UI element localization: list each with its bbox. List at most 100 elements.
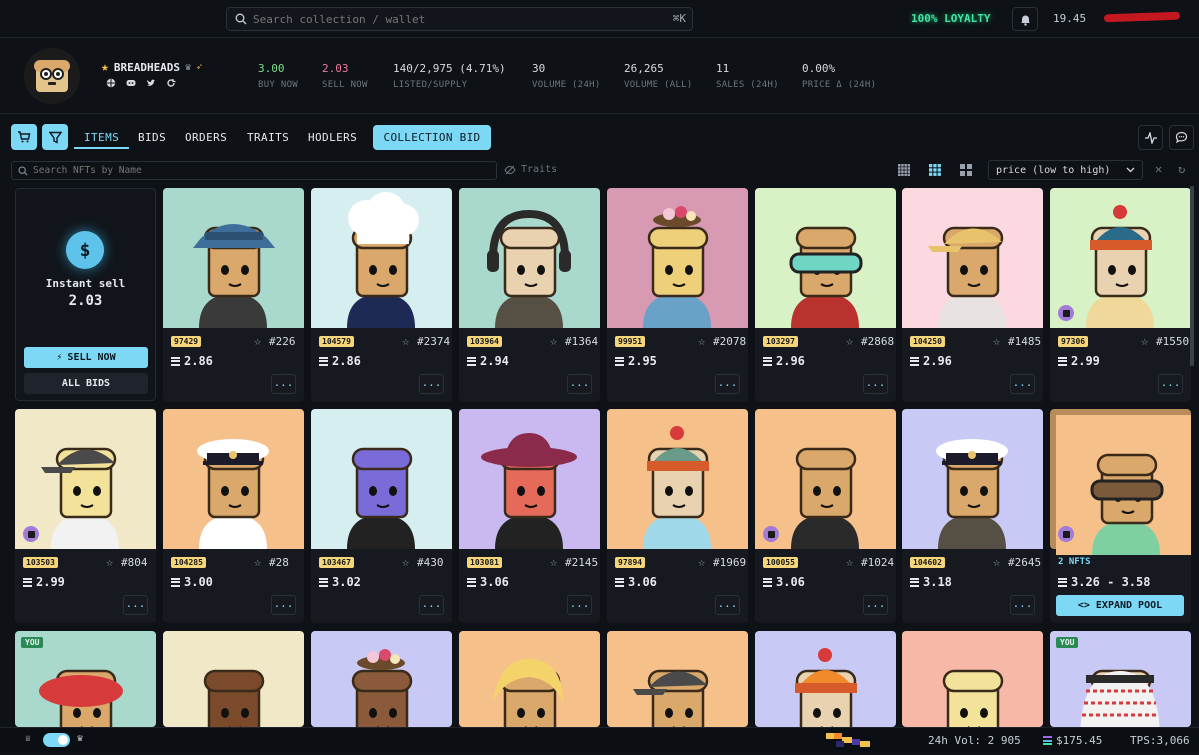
- nft-card[interactable]: [755, 631, 896, 727]
- star-outline-icon[interactable]: ☆: [254, 334, 261, 348]
- pool-card[interactable]: 2 NFTS 3.26 - 3.58 <> EXPAND POOL: [1050, 409, 1191, 623]
- nft-card[interactable]: 103503 ☆ #804 2.99...: [15, 409, 156, 623]
- nft-card[interactable]: YOU: [15, 631, 156, 727]
- more-options-button[interactable]: ...: [863, 374, 888, 394]
- star-outline-icon[interactable]: ☆: [106, 555, 113, 569]
- refresh-icon[interactable]: [166, 78, 176, 88]
- nft-image[interactable]: [607, 631, 748, 727]
- more-options-button[interactable]: ...: [419, 595, 444, 615]
- chat-button[interactable]: [1169, 125, 1194, 150]
- more-options-button[interactable]: ...: [271, 595, 296, 615]
- nft-search[interactable]: [11, 161, 497, 180]
- nft-image[interactable]: [902, 188, 1043, 328]
- nft-card[interactable]: 97894 ☆ #1969 3.06...: [607, 409, 748, 623]
- nft-card[interactable]: 103081 ☆ #2145 3.06...: [459, 409, 600, 623]
- expand-pool-button[interactable]: <> EXPAND POOL: [1056, 595, 1184, 616]
- mode-toggle[interactable]: [43, 733, 70, 747]
- nft-image[interactable]: [755, 188, 896, 328]
- nft-image[interactable]: [163, 409, 304, 549]
- nft-card[interactable]: 103297 ☆ #2868 2.96...: [755, 188, 896, 402]
- star-outline-icon[interactable]: ☆: [698, 555, 705, 569]
- nft-card[interactable]: 100055 ☆ #1024 3.06...: [755, 409, 896, 623]
- nft-image[interactable]: [311, 188, 452, 328]
- grid-medium-view-button[interactable]: [926, 162, 944, 178]
- more-options-button[interactable]: ...: [1158, 374, 1183, 394]
- nft-card[interactable]: 103964 ☆ #1364 2.94...: [459, 188, 600, 402]
- star-icon[interactable]: ★: [101, 60, 109, 75]
- cart-button[interactable]: [11, 124, 37, 150]
- star-outline-icon[interactable]: ☆: [550, 555, 557, 569]
- tab-hodlers[interactable]: HODLERS: [308, 131, 357, 144]
- star-outline-icon[interactable]: ☆: [402, 555, 409, 569]
- star-outline-icon[interactable]: ☆: [550, 334, 557, 348]
- scrollbar[interactable]: [1190, 186, 1194, 366]
- globe-icon[interactable]: [106, 78, 116, 88]
- more-options-button[interactable]: ...: [1010, 595, 1035, 615]
- nft-image[interactable]: [163, 188, 304, 328]
- star-outline-icon[interactable]: ☆: [698, 334, 705, 348]
- more-options-button[interactable]: ...: [271, 374, 296, 394]
- nft-image[interactable]: [459, 188, 600, 328]
- grid-large-view-button[interactable]: [957, 162, 975, 178]
- star-outline-icon[interactable]: ☆: [993, 555, 1000, 569]
- more-options-button[interactable]: ...: [123, 595, 148, 615]
- nft-card[interactable]: 99951 ☆ #2078 2.95...: [607, 188, 748, 402]
- star-outline-icon[interactable]: ☆: [846, 334, 853, 348]
- nft-card[interactable]: 104602 ☆ #2645 3.18...: [902, 409, 1043, 623]
- tab-orders[interactable]: ORDERS: [185, 131, 227, 144]
- nft-search-input[interactable]: [33, 165, 473, 176]
- tab-bids[interactable]: BIDS: [138, 131, 166, 144]
- star-outline-icon[interactable]: ☆: [846, 555, 853, 569]
- filter-button[interactable]: [42, 124, 68, 150]
- nft-card[interactable]: 103467 ☆ #430 3.02...: [311, 409, 452, 623]
- nft-card[interactable]: [163, 631, 304, 727]
- refresh-icon[interactable]: ↻: [1178, 162, 1185, 176]
- sell-now-button[interactable]: ⚡ SELL NOW: [24, 347, 148, 368]
- more-options-button[interactable]: ...: [1010, 374, 1035, 394]
- discord-icon[interactable]: [126, 78, 136, 88]
- twitter-icon[interactable]: [146, 78, 156, 88]
- nft-card[interactable]: [311, 631, 452, 727]
- nft-card[interactable]: 97429 ☆ #226 2.86...: [163, 188, 304, 402]
- nft-image[interactable]: [902, 409, 1043, 549]
- more-options-button[interactable]: ...: [567, 374, 592, 394]
- star-outline-icon[interactable]: ☆: [254, 555, 261, 569]
- clear-filters-icon[interactable]: ✕: [1155, 162, 1162, 176]
- star-outline-icon[interactable]: ☆: [402, 334, 409, 348]
- sort-select[interactable]: price (low to high): [988, 160, 1143, 180]
- nft-image[interactable]: [607, 188, 748, 328]
- nft-card[interactable]: [459, 631, 600, 727]
- more-options-button[interactable]: ...: [419, 374, 444, 394]
- tab-items[interactable]: ITEMS: [84, 131, 119, 144]
- nft-card[interactable]: YOU: [1050, 631, 1191, 727]
- all-bids-button[interactable]: ALL BIDS: [24, 373, 148, 394]
- nft-card[interactable]: 104250 ☆ #1485 2.96...: [902, 188, 1043, 402]
- nft-card[interactable]: 104579 ☆ #2374 2.86...: [311, 188, 452, 402]
- collection-search[interactable]: ⌘K: [226, 7, 693, 31]
- nft-image[interactable]: [311, 631, 452, 727]
- activity-button[interactable]: [1138, 125, 1163, 150]
- notifications-button[interactable]: [1012, 7, 1038, 31]
- nft-card[interactable]: [607, 631, 748, 727]
- nft-card[interactable]: 97306 ☆ #1550 2.99...: [1050, 188, 1191, 402]
- nft-image[interactable]: [459, 631, 600, 727]
- traits-toggle[interactable]: Traits: [504, 164, 557, 175]
- nft-card[interactable]: [902, 631, 1043, 727]
- nft-image[interactable]: [311, 409, 452, 549]
- nft-image[interactable]: [755, 631, 896, 727]
- nft-image[interactable]: [163, 631, 304, 727]
- nft-image[interactable]: [607, 409, 748, 549]
- more-options-button[interactable]: ...: [715, 374, 740, 394]
- collection-search-input[interactable]: [253, 12, 663, 26]
- nft-image[interactable]: [459, 409, 600, 549]
- nft-image[interactable]: [902, 631, 1043, 727]
- loyalty-badge[interactable]: 100% LOYALTY: [911, 12, 990, 25]
- tab-traits[interactable]: TRAITS: [247, 131, 289, 144]
- grid-small-view-button[interactable]: [895, 162, 913, 178]
- more-options-button[interactable]: ...: [715, 595, 740, 615]
- collection-bid-button[interactable]: COLLECTION BID: [373, 125, 491, 150]
- more-options-button[interactable]: ...: [567, 595, 592, 615]
- more-options-button[interactable]: ...: [863, 595, 888, 615]
- star-outline-icon[interactable]: ☆: [993, 334, 1000, 348]
- nft-card[interactable]: 104285 ☆ #28 3.00...: [163, 409, 304, 623]
